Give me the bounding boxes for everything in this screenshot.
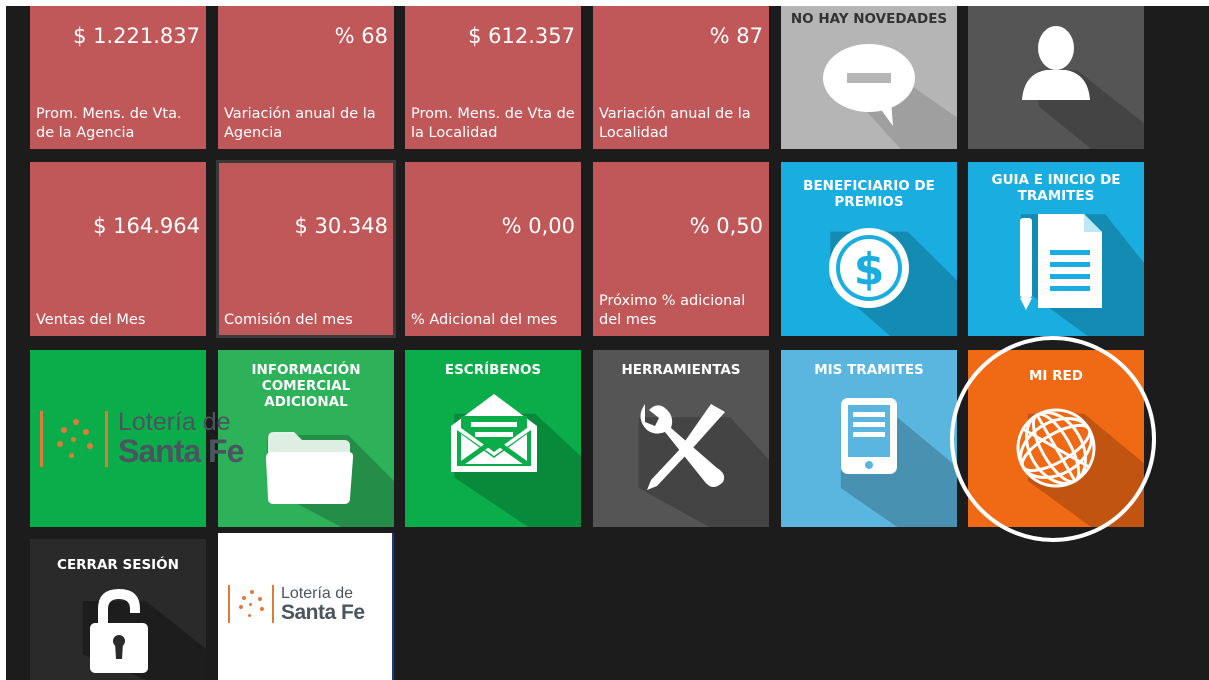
tile-title: INFORMACIÓN COMERCIAL ADICIONAL [251,362,361,410]
tile-beneficiario-premios[interactable]: BENEFICIARIO DE PREMIOS $ [781,162,957,336]
stat-prom-vta-localidad[interactable]: $ 612.357 Prom. Mens. de Vta de la Local… [405,6,581,149]
tile-informacion-comercial[interactable]: INFORMACIÓN COMERCIAL ADICIONAL [218,350,394,527]
stat-label: Comisión del mes [224,312,353,328]
tile-herramientas[interactable]: HERRAMIENTAS [593,350,769,527]
logo-line2: Santa Fe [281,600,365,624]
stat-comision-mes[interactable]: $ 30.348 Comisión del mes [216,160,396,338]
speech-bubble-icon [823,44,915,126]
stat-proximo-adicional[interactable]: % 0,50 Próximo % adicional del mes [593,162,769,336]
highlight-circle [950,336,1156,542]
stat-value: % 0,00 [501,214,575,238]
stat-ventas-mes[interactable]: $ 164.964 Ventas del Mes [30,162,206,336]
tile-title: NO HAY NOVEDADES [790,11,948,27]
svg-text:$: $ [854,244,885,295]
stat-label: Variación anual de la Localidad [599,106,751,141]
tile-profile[interactable] [968,6,1144,149]
tile-title: BENEFICIARIO DE PREMIOS [803,178,935,210]
loteria-logo: Lotería de Santa Fe [228,585,365,623]
tile-loteria-logo[interactable]: Lotería de Santa Fe [218,533,394,680]
stat-label: Ventas del Mes [36,312,146,328]
stat-prom-vta-agencia[interactable]: $ 1.221.837 Prom. Mens. de Vta. de la Ag… [30,6,206,149]
stat-value: $ 30.348 [294,214,388,238]
stat-adicional-mes[interactable]: % 0,00 % Adicional del mes [405,162,581,336]
stat-value: % 87 [709,24,763,48]
dollar-coin-icon: $ [829,228,909,308]
tile-title: CERRAR SESIÓN [57,557,179,573]
tile-mis-tramites[interactable]: MIS TRAMITES [781,350,957,527]
tile-title: HERRAMIENTAS [621,362,741,378]
logo-line1: Lotería de [281,584,354,602]
tile-novedades[interactable]: NO HAY NOVEDADES [781,6,957,149]
stat-value: $ 612.357 [468,24,575,48]
tools-icon [640,404,725,490]
dashboard-grid: $ 1.221.837 Prom. Mens. de Vta. de la Ag… [6,6,1209,680]
tile-guia-tramites[interactable]: GUIA E INICIO DE TRAMITES [968,162,1144,336]
stat-value: % 68 [334,24,388,48]
envelope-icon [451,394,537,472]
tile-cerrar-sesion[interactable]: CERRAR SESIÓN [30,539,206,680]
document-icon [1020,214,1102,310]
tile-title: MIS TRAMITES [814,362,924,378]
folder-icon [266,432,354,504]
stat-value: $ 164.964 [93,214,200,238]
user-icon [1022,26,1090,100]
mobile-phone-icon [841,398,897,474]
stat-variacion-agencia[interactable]: % 68 Variación anual de la Agencia [218,6,394,149]
stat-label: % Adicional del mes [411,312,558,328]
stat-label: Prom. Mens. de Vta de la Localidad [411,106,575,141]
stat-value: % 0,50 [689,214,763,238]
logo-line2: Santa Fe [118,433,244,469]
stat-label: Variación anual de la Agencia [224,106,376,141]
tile-escribenos[interactable]: ESCRÍBENOS [405,350,581,527]
stat-variacion-localidad[interactable]: % 87 Variación anual de la Localidad [593,6,769,149]
tile-title: ESCRÍBENOS [444,362,542,378]
stat-label: Prom. Mens. de Vta. de la Agencia [36,106,182,141]
stat-value: $ 1.221.837 [73,24,200,48]
stat-label: Próximo % adicional del mes [599,293,746,328]
unlocked-padlock-icon [90,589,148,673]
logo-line1: Lotería de [118,408,231,436]
loteria-logo: Lotería de Santa Fe [40,408,244,469]
tile-title: GUIA E INICIO DE TRAMITES [991,172,1121,204]
